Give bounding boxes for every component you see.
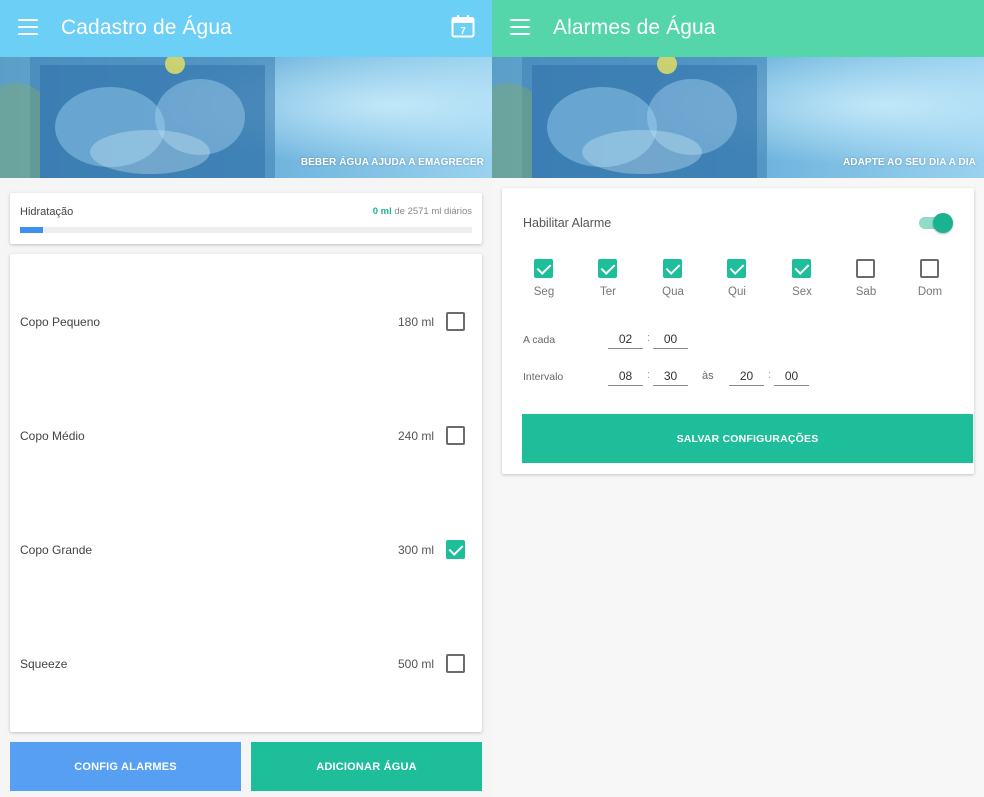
- day-checkbox[interactable]: [920, 259, 939, 278]
- cup-checkbox[interactable]: [446, 312, 465, 331]
- calendar-icon[interactable]: 7: [451, 14, 475, 38]
- hamburger-menu-icon[interactable]: [510, 19, 530, 35]
- cup-checkbox[interactable]: [446, 426, 465, 445]
- cup-row-medium[interactable]: Copo Médio 240 ml: [10, 421, 482, 451]
- cup-checkbox[interactable]: [446, 540, 465, 559]
- day-label: Dom: [917, 286, 943, 298]
- end-hours-input[interactable]: 20: [729, 368, 764, 386]
- cup-volume: 500 ml: [397, 657, 434, 671]
- day-checkbox[interactable]: [727, 259, 746, 278]
- banner-caption: ADAPTE AO SEU DIA A DIA: [842, 157, 976, 168]
- every-label: A cada: [523, 334, 556, 346]
- day-thursday[interactable]: Qui: [717, 259, 757, 304]
- calendar-day: 7: [460, 26, 466, 37]
- day-label: Sex: [792, 286, 812, 298]
- cup-volume: 300 ml: [397, 543, 434, 557]
- cup-name: Copo Pequeno: [20, 315, 101, 329]
- banner-caption: BEBER ÁGUA AJUDA A EMAGRECER: [300, 157, 484, 168]
- page-title: Cadastro de Água: [61, 16, 232, 39]
- day-tuesday[interactable]: Ter: [588, 259, 628, 304]
- time-separator: :: [647, 332, 651, 344]
- hydration-current: 0 ml: [372, 206, 392, 217]
- enable-alarm-label: Habilitar Alarme: [523, 216, 612, 230]
- cup-volume: 240 ml: [397, 429, 434, 443]
- cup-row-large[interactable]: Copo Grande 300 ml: [10, 535, 482, 565]
- hydration-progress-fill: [20, 227, 43, 233]
- banner-image: BEBER ÁGUA AJUDA A EMAGRECER: [0, 57, 492, 178]
- hydration-progress-bar: [20, 227, 472, 233]
- day-checkbox[interactable]: [663, 259, 682, 278]
- hydration-goal: de 2571 ml diários: [391, 206, 472, 217]
- start-minutes-input[interactable]: 30: [653, 368, 688, 386]
- interval-label: Intervalo: [523, 371, 564, 383]
- day-wednesday[interactable]: Qua: [653, 259, 693, 304]
- cup-row-small[interactable]: Copo Pequeno 180 ml: [10, 307, 482, 337]
- day-label: Sab: [855, 286, 877, 298]
- water-alarms-screen: Alarmes de Água ADAPTE AO SEU DIA A DIA …: [492, 0, 984, 797]
- cup-row-squeeze[interactable]: Squeeze 500 ml: [10, 649, 482, 679]
- day-sunday[interactable]: Dom: [910, 259, 950, 304]
- hydration-card: Hidratação 0 ml de 2571 ml diários: [10, 193, 482, 244]
- day-label: Ter: [600, 286, 616, 298]
- add-water-button[interactable]: ADICIONAR ÁGUA: [251, 742, 482, 791]
- hydration-label: Hidratação: [20, 206, 74, 218]
- page-title: Alarmes de Água: [553, 16, 716, 39]
- day-checkbox[interactable]: [598, 259, 617, 278]
- config-alarms-button[interactable]: CONFIG ALARMES: [10, 742, 241, 791]
- cup-name: Copo Médio: [20, 429, 85, 443]
- hamburger-menu-icon[interactable]: [18, 19, 38, 35]
- water-register-screen: Cadastro de Água 7 BEBER ÁGUA AJUDA A EM…: [0, 0, 492, 797]
- every-minutes-input[interactable]: 00: [653, 331, 688, 349]
- until-label: às: [702, 370, 714, 382]
- cup-volume: 180 ml: [397, 315, 434, 329]
- day-checkbox[interactable]: [792, 259, 811, 278]
- day-saturday[interactable]: Sab: [846, 259, 886, 304]
- banner-image: ADAPTE AO SEU DIA A DIA: [492, 57, 984, 178]
- alarm-settings-card: Habilitar Alarme Seg Ter Qua Qui Sex Sab: [502, 188, 974, 474]
- hydration-amount: 0 ml de 2571 ml diários: [373, 206, 472, 217]
- toggle-thumb: [933, 213, 953, 233]
- day-checkbox[interactable]: [856, 259, 875, 278]
- every-hours-input[interactable]: 02: [608, 331, 643, 349]
- time-separator: :: [768, 369, 772, 381]
- end-minutes-input[interactable]: 00: [774, 368, 809, 386]
- day-label: Seg: [533, 286, 555, 298]
- day-monday[interactable]: Seg: [524, 259, 564, 304]
- cup-name: Squeeze: [20, 657, 68, 671]
- app-bar: Alarmes de Água: [492, 0, 984, 57]
- cup-name: Copo Grande: [20, 543, 93, 557]
- start-hours-input[interactable]: 08: [608, 368, 643, 386]
- time-separator: :: [647, 369, 651, 381]
- cup-checkbox[interactable]: [446, 654, 465, 673]
- enable-alarm-toggle[interactable]: [917, 213, 953, 233]
- day-checkbox[interactable]: [534, 259, 553, 278]
- app-bar: Cadastro de Água 7: [0, 0, 492, 57]
- cup-list-card: Copo Pequeno 180 ml Copo Médio 240 ml Co…: [10, 254, 482, 732]
- day-friday[interactable]: Sex: [782, 259, 822, 304]
- save-settings-button[interactable]: SALVAR CONFIGURAÇÕES: [522, 414, 973, 463]
- day-label: Qui: [728, 286, 746, 298]
- day-label: Qua: [662, 286, 684, 298]
